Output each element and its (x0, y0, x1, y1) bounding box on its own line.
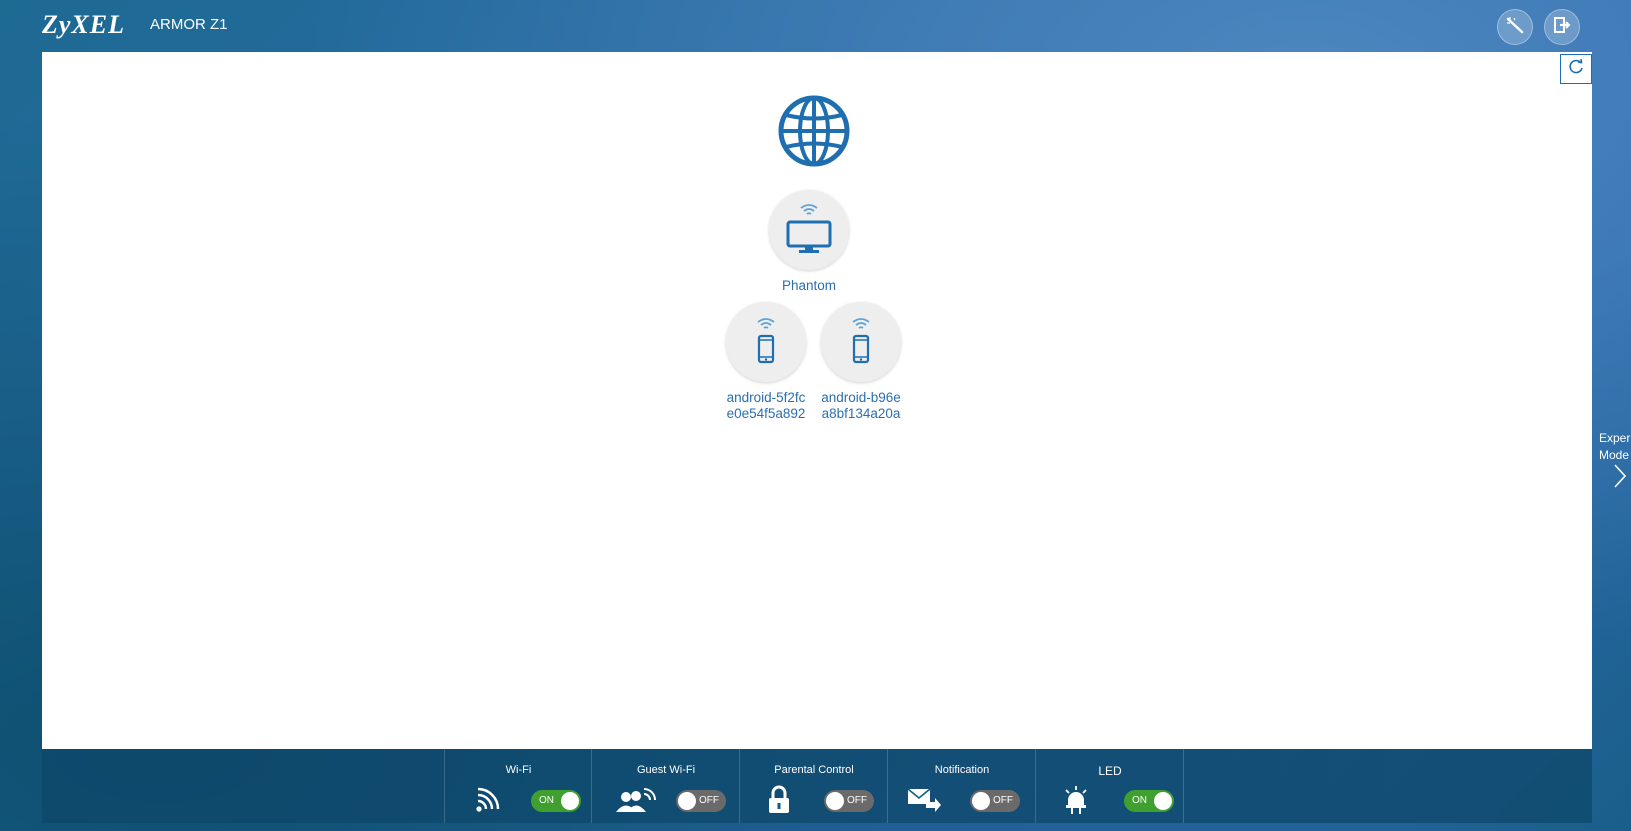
wifi-toggle[interactable]: ON (531, 790, 581, 812)
logout-icon (1552, 15, 1572, 40)
brand-logo: ZyXEL (42, 10, 125, 39)
notification-toggle[interactable]: OFF (970, 790, 1020, 812)
guest-wifi-title: Guest Wi-Fi (636, 764, 696, 776)
router-node[interactable] (769, 190, 849, 270)
quick-controls-bar: Wi-Fi ON Guest Wi-Fi OFF Parental Contro… (42, 749, 1592, 823)
toggle-knob (1154, 792, 1172, 810)
notification-control: Notification OFF (887, 749, 1036, 823)
wifi-control: Wi-Fi ON (444, 749, 592, 823)
led-light-icon (1062, 785, 1090, 820)
wifi-signal-icon (475, 785, 501, 818)
network-map-panel: Phantom android-5f2fc e0e54f5a892 androi… (42, 52, 1592, 749)
wifi-waves-icon (850, 316, 872, 334)
refresh-icon (1567, 58, 1585, 81)
logout-button[interactable] (1544, 9, 1580, 45)
divider (1183, 749, 1184, 823)
smartphone-icon (757, 334, 775, 369)
globe-icon[interactable] (777, 94, 851, 168)
parental-control-title: Parental Control (774, 764, 854, 776)
guest-wifi-toggle[interactable]: OFF (676, 790, 726, 812)
parental-control-toggle[interactable]: OFF (824, 790, 874, 812)
led-control: LED ON (1035, 749, 1184, 823)
parental-control: Parental Control OFF (739, 749, 888, 823)
toggle-knob (972, 792, 990, 810)
notification-title: Notification (934, 764, 990, 776)
client-node[interactable] (726, 302, 806, 382)
router-name: Phantom (781, 278, 837, 293)
chevron-right-icon (1613, 463, 1627, 494)
toggle-knob (561, 792, 579, 810)
wizard-button[interactable] (1497, 9, 1533, 45)
wifi-title: Wi-Fi (505, 764, 532, 776)
wifi-waves-icon (798, 202, 820, 220)
magic-wand-icon (1505, 15, 1525, 40)
refresh-button[interactable] (1560, 54, 1592, 84)
lock-icon (767, 785, 791, 820)
monitor-icon (786, 220, 832, 259)
client-node[interactable] (821, 302, 901, 382)
top-bar: ZyXEL ARMOR Z1 (0, 0, 1631, 52)
smartphone-icon (852, 334, 870, 369)
toggle-knob (678, 792, 696, 810)
led-title: LED (1098, 764, 1122, 778)
guest-wifi-control: Guest Wi-Fi OFF (591, 749, 740, 823)
mail-forward-icon (906, 785, 942, 818)
toggle-knob (826, 792, 844, 810)
guest-users-icon (614, 785, 658, 818)
device-model: ARMOR Z1 (150, 16, 228, 33)
client-name: android-b96e a8bf134a20a (821, 390, 901, 421)
led-toggle[interactable]: ON (1124, 790, 1174, 812)
expert-mode-tab[interactable]: Exper Mode (1599, 430, 1630, 488)
wifi-waves-icon (755, 316, 777, 334)
